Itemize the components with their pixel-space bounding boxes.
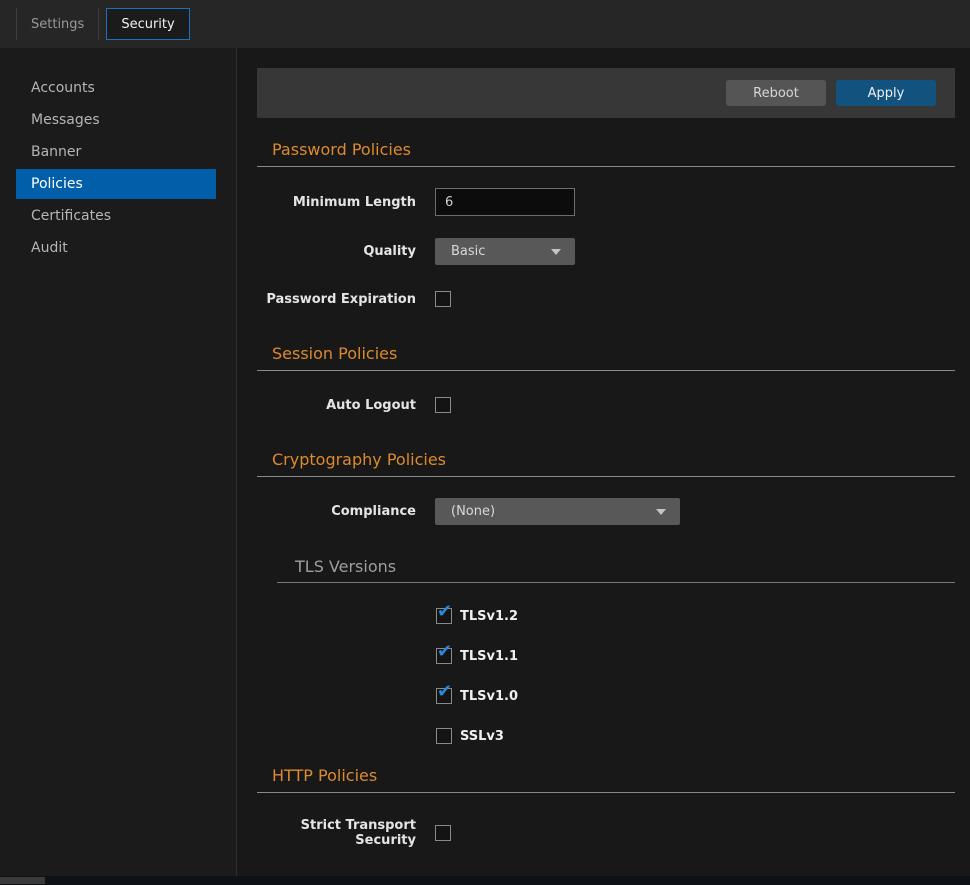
quality-dropdown-value: Basic [451,244,485,259]
horizontal-scrollbar[interactable] [0,876,970,885]
quality-dropdown[interactable]: Basic [435,238,575,265]
compliance-dropdown-value: (None) [451,504,495,519]
section-title-cryptography-policies: Cryptography Policies [272,450,955,470]
sidebar-item-policies[interactable]: Policies [16,169,216,199]
quality-label: Quality [257,244,416,259]
tlsv1-2-label: TLSv1.2 [460,609,518,624]
sslv3-label: SSLv3 [460,729,504,744]
sidebar-item-accounts[interactable]: Accounts [16,72,216,104]
section-divider [257,370,955,371]
section-password-policies: Password Policies Minimum Length Quality… [257,140,955,307]
strict-transport-security-label: Strict Transport Security [257,818,416,848]
minimum-length-label: Minimum Length [257,195,416,210]
tls-option-row: ✔ TLSv1.2 [436,608,955,624]
main-content: Reboot Apply Password Policies Minimum L… [237,48,970,876]
horizontal-scrollbar-thumb[interactable] [0,877,45,884]
tls-versions-block: TLS Versions ✔ TLSv1.2 ✔ TLSv1.1 ✔ TLSv1… [257,557,955,744]
tab-settings[interactable]: Settings [17,8,98,40]
auto-logout-checkbox[interactable]: ✔ [435,397,451,413]
auto-logout-label: Auto Logout [257,398,416,413]
subsection-divider [277,582,955,583]
tls-option-row: ✔ SSLv3 [436,728,955,744]
compliance-row: Compliance (None) [257,498,955,525]
action-toolbar: Reboot Apply [257,68,955,118]
tab-separator [98,8,99,40]
sslv3-checkbox[interactable]: ✔ [436,728,452,744]
compliance-dropdown[interactable]: (None) [435,498,680,525]
password-expiration-label: Password Expiration [257,292,416,307]
section-divider [257,476,955,477]
chevron-down-icon [551,249,561,255]
auto-logout-row: Auto Logout ✔ [257,397,955,413]
tlsv1-0-label: TLSv1.0 [460,689,518,704]
password-expiration-row: Password Expiration ✔ [257,291,955,307]
subsection-title-tls-versions: TLS Versions [295,557,955,577]
tls-option-row: ✔ TLSv1.0 [436,688,955,704]
tls-option-row: ✔ TLSv1.1 [436,648,955,664]
section-cryptography-policies: Cryptography Policies Compliance (None) … [257,450,955,744]
tlsv1-0-checkbox[interactable]: ✔ [436,688,452,704]
check-icon: ✔ [437,602,452,622]
check-icon: ✔ [437,682,452,702]
sidebar-item-certificates[interactable]: Certificates [16,200,216,232]
tlsv1-1-checkbox[interactable]: ✔ [436,648,452,664]
sidebar-nav: Accounts Messages Banner Policies Certif… [0,48,236,876]
section-divider [257,792,955,793]
section-http-policies: HTTP Policies Strict Transport Security … [257,766,955,848]
section-session-policies: Session Policies Auto Logout ✔ [257,344,955,413]
check-icon: ✔ [437,642,452,662]
password-expiration-checkbox[interactable]: ✔ [435,291,451,307]
minimum-length-row: Minimum Length [257,188,955,216]
tlsv1-2-checkbox[interactable]: ✔ [436,608,452,624]
sidebar-item-messages[interactable]: Messages [16,104,216,136]
sidebar-item-banner[interactable]: Banner [16,136,216,168]
chevron-down-icon [656,509,666,515]
strict-transport-security-checkbox[interactable]: ✔ [435,825,451,841]
top-header-bar: Settings Security [0,0,970,48]
quality-row: Quality Basic [257,238,955,265]
reboot-button[interactable]: Reboot [726,80,826,106]
tlsv1-1-label: TLSv1.1 [460,649,518,664]
compliance-label: Compliance [257,504,416,519]
strict-transport-security-row: Strict Transport Security ✔ [257,818,955,848]
sidebar-item-audit[interactable]: Audit [16,232,216,264]
section-title-session-policies: Session Policies [272,344,955,364]
tab-security[interactable]: Security [106,8,189,40]
apply-button[interactable]: Apply [836,80,936,106]
section-title-password-policies: Password Policies [272,140,955,160]
section-title-http-policies: HTTP Policies [272,766,955,786]
section-divider [257,166,955,167]
minimum-length-input[interactable] [435,188,575,216]
